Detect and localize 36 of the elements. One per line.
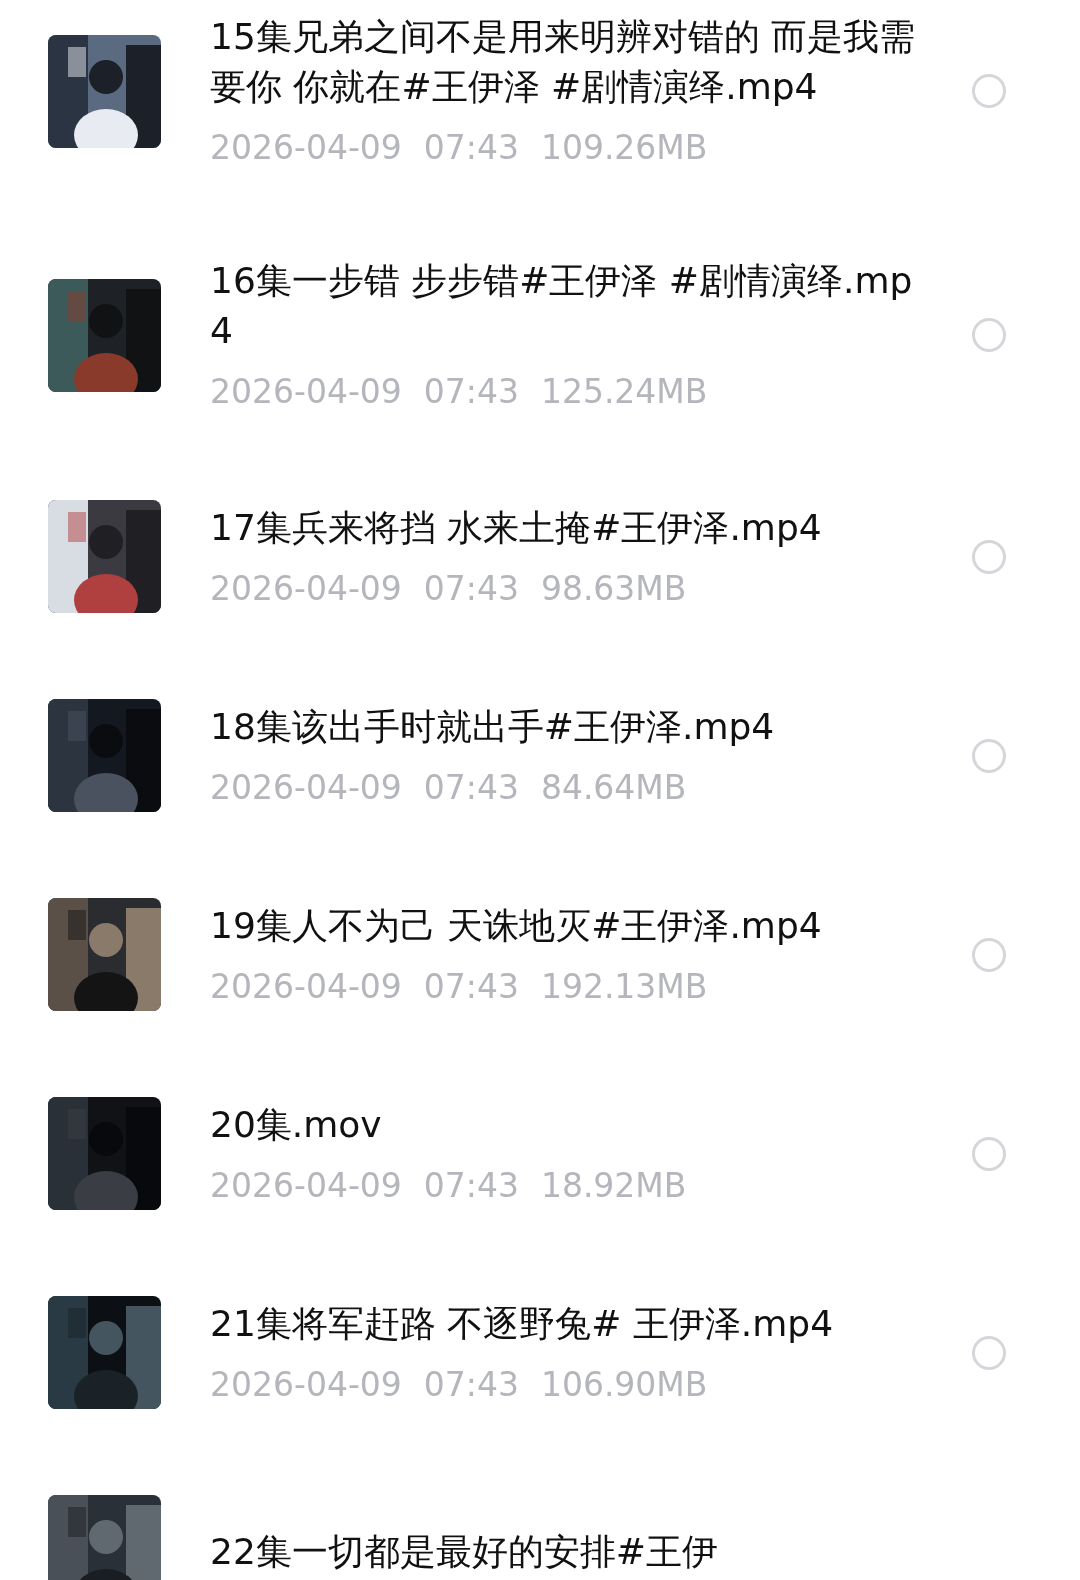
file-date: 2026-04-09 <box>210 1164 402 1207</box>
file-name: 18集该出手时就出手#王伊泽.mp4 <box>210 704 776 749</box>
select-radio[interactable] <box>972 1136 1006 1171</box>
file-size: 106.90MB <box>540 1363 708 1406</box>
file-date: 2026-04-09 <box>210 567 402 610</box>
file-name: 16集一步错 步步错#王伊泽 #剧情演绎.mp4 <box>210 259 914 353</box>
file-name: 20集.mov <box>210 1102 383 1147</box>
select-radio[interactable] <box>972 539 1006 574</box>
file-date: 2026-04-09 <box>210 766 402 809</box>
file-date: 2026-04-09 <box>210 371 402 413</box>
file-time: 07:43 <box>423 371 519 413</box>
file-date: 2026-04-09 <box>210 127 402 169</box>
file-date: 2026-04-09 <box>210 1363 402 1406</box>
select-radio[interactable] <box>972 937 1006 972</box>
file-name: 21集将军赶路 不逐野兔# 王伊泽.mp4 <box>210 1301 835 1346</box>
file-size: 18.92MB <box>540 1164 687 1207</box>
file-size: 84.64MB <box>540 766 687 809</box>
file-date: 2026-04-09 <box>210 965 402 1008</box>
file-time: 07:43 <box>423 1363 519 1406</box>
file-time: 07:43 <box>423 567 519 610</box>
file-size: 109.26MB <box>540 127 708 169</box>
file-time: 07:43 <box>423 127 519 169</box>
file-time: 07:43 <box>423 965 519 1008</box>
select-radio[interactable] <box>972 318 1006 352</box>
select-radio[interactable] <box>972 74 1006 108</box>
file-time: 07:43 <box>423 1164 519 1207</box>
file-time: 07:43 <box>423 766 519 809</box>
file-name: 17集兵来将挡 水来土掩#王伊泽.mp4 <box>210 505 823 550</box>
file-name: 19集人不为己 天诛地灭#王伊泽.mp4 <box>210 903 823 948</box>
file-size: 192.13MB <box>540 965 708 1008</box>
select-radio[interactable] <box>972 738 1006 773</box>
file-size: 98.63MB <box>540 567 687 610</box>
file-size: 125.24MB <box>540 371 708 413</box>
file-name: 22集一切都是最好的安排#王伊 <box>210 1529 719 1574</box>
file-name: 15集兄弟之间不是用来明辨对错的 而是我需要你 你就在#王伊泽 #剧情演绎.mp4 <box>210 15 917 109</box>
select-radio[interactable] <box>972 1335 1006 1370</box>
